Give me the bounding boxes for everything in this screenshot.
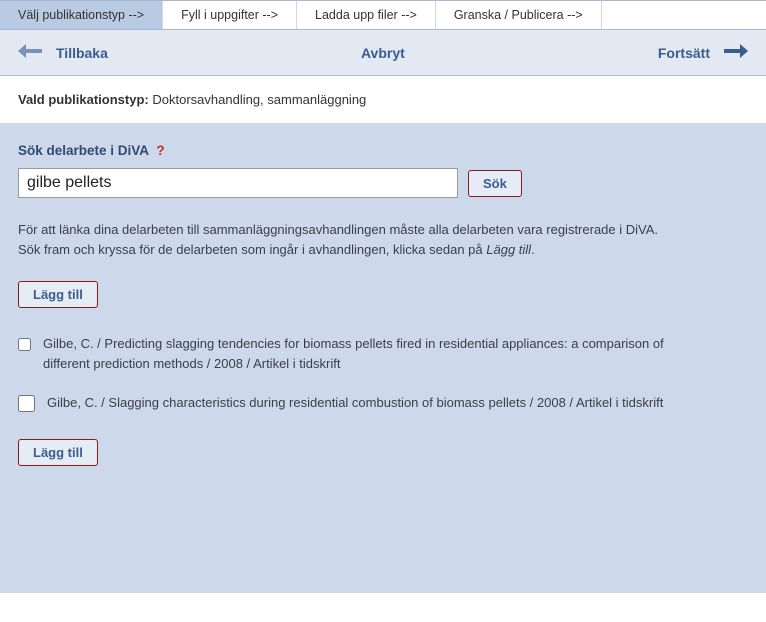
- instructions-emph: Lägg till: [486, 242, 531, 257]
- help-icon[interactable]: ?: [156, 143, 164, 158]
- search-section-label: Sök delarbete i DiVA ?: [18, 143, 748, 158]
- result-text: Gilbe, C. / Slagging characteristics dur…: [47, 393, 663, 413]
- instructions: För att länka dina delarbeten till samma…: [18, 220, 698, 259]
- instructions-line2a: Sök fram och kryssa för de delarbeten so…: [18, 242, 486, 257]
- tab-upload-files[interactable]: Ladda upp filer -->: [297, 1, 436, 29]
- add-button-bottom-row: Lägg till: [18, 439, 748, 466]
- selected-pubtype-bar: Vald publikationstyp: Doktorsavhandling,…: [0, 76, 766, 123]
- tab-review-publish[interactable]: Granska / Publicera -->: [436, 1, 602, 29]
- nav-back[interactable]: Tillbaka: [18, 44, 108, 61]
- pubtype-label: Vald publikationstyp:: [18, 92, 149, 107]
- tab-fill-details[interactable]: Fyll i uppgifter -->: [163, 1, 297, 29]
- search-row: Sök: [18, 168, 748, 198]
- search-input[interactable]: [18, 168, 458, 198]
- nav-cancel[interactable]: Avbryt: [361, 45, 405, 61]
- result-text: Gilbe, C. / Predicting slagging tendenci…: [43, 334, 698, 373]
- search-label-text: Sök delarbete i DiVA: [18, 143, 149, 158]
- nav-back-label: Tillbaka: [56, 45, 108, 61]
- instructions-line1: För att länka dina delarbeten till samma…: [18, 222, 658, 237]
- result-item: Gilbe, C. / Predicting slagging tendenci…: [18, 334, 698, 373]
- main-panel: Sök delarbete i DiVA ? Sök För att länka…: [0, 123, 766, 593]
- add-button-top[interactable]: Lägg till: [18, 281, 98, 308]
- tab-select-pubtype[interactable]: Välj publikationstyp -->: [0, 1, 163, 29]
- search-results: Gilbe, C. / Predicting slagging tendenci…: [18, 334, 698, 413]
- result-checkbox[interactable]: [18, 336, 31, 353]
- wizard-tabs: Välj publikationstyp --> Fyll i uppgifte…: [0, 0, 766, 30]
- add-button-top-row: Lägg till: [18, 281, 748, 308]
- result-checkbox[interactable]: [18, 395, 35, 412]
- nav-continue-label: Fortsätt: [658, 45, 710, 61]
- result-item: Gilbe, C. / Slagging characteristics dur…: [18, 393, 698, 413]
- nav-bar: Tillbaka Avbryt Fortsätt: [0, 30, 766, 76]
- add-button-bottom[interactable]: Lägg till: [18, 439, 98, 466]
- instructions-line2c: .: [531, 242, 535, 257]
- arrow-right-icon: [724, 44, 748, 61]
- nav-continue[interactable]: Fortsätt: [658, 44, 748, 61]
- arrow-left-icon: [18, 44, 42, 61]
- search-button[interactable]: Sök: [468, 170, 522, 197]
- pubtype-value: Doktorsavhandling, sammanläggning: [152, 92, 366, 107]
